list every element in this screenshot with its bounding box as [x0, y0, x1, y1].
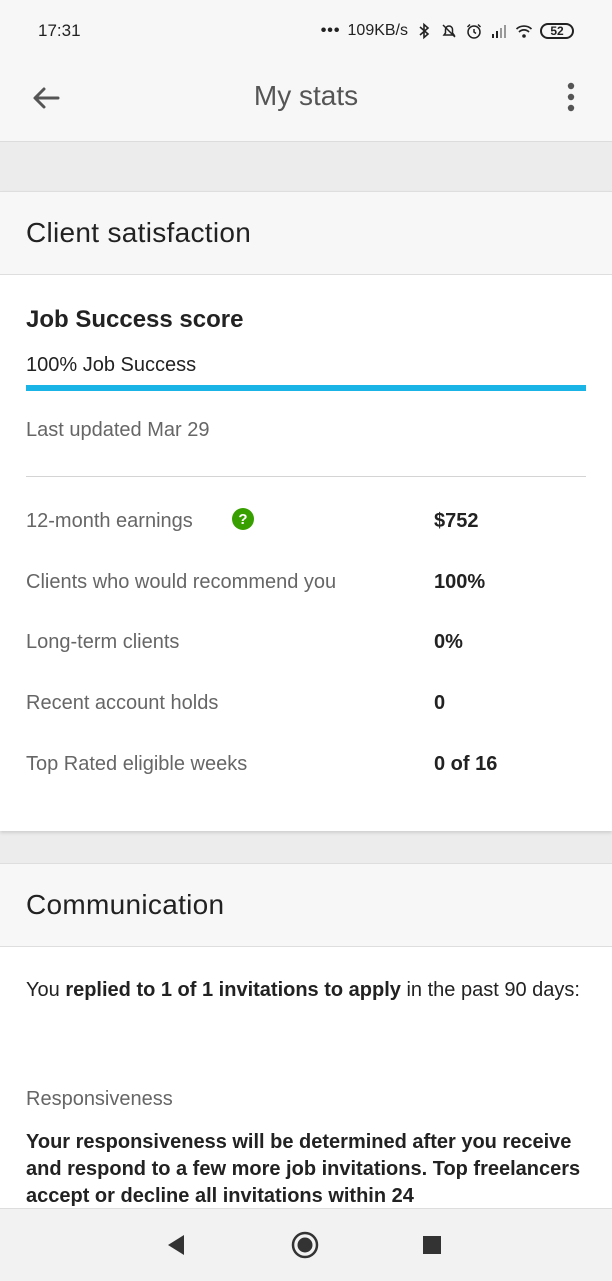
job-success-title: Job Success score — [26, 306, 244, 333]
stat-label: Long-term clients — [26, 631, 180, 653]
stat-label: Top Rated eligible weeks — [26, 753, 248, 775]
client-satisfaction-header: Client satisfaction — [0, 191, 612, 275]
last-updated: Last updated Mar 29 — [26, 419, 210, 441]
stat-row-earnings: 12-month earnings ? $752 — [26, 508, 586, 540]
more-vertical-icon[interactable] — [556, 78, 586, 118]
stat-label: Recent account holds — [26, 692, 219, 714]
stat-value: 0 of 16 — [434, 753, 498, 775]
status-icons: ••• 109KB/s 52 — [321, 22, 574, 40]
signal-icon — [492, 25, 506, 38]
reply-suffix: in the past 90 days: — [400, 979, 580, 1001]
stat-value: 0% — [434, 631, 463, 653]
stat-label: Clients who would recommend you — [26, 571, 337, 593]
job-success-progress-fill — [26, 385, 586, 391]
page-title: My stats — [253, 80, 359, 111]
stat-row-long-term: Long-term clients 0% — [26, 631, 586, 661]
client-satisfaction-card: Client satisfaction Job Success score 10… — [0, 191, 612, 831]
stat-row-recommend: Clients who would recommend you 100% — [26, 571, 586, 601]
stat-value: $752 — [434, 510, 479, 532]
status-time: 17:31 — [38, 21, 81, 40]
divider — [26, 476, 586, 477]
job-success-progress-bar — [26, 385, 586, 391]
status-bar: 17:31 ••• 109KB/s 52 — [0, 0, 612, 62]
app-bar: My stats — [0, 62, 612, 142]
wifi-icon — [515, 25, 533, 38]
stat-row-account-holds: Recent account holds 0 — [26, 692, 586, 722]
stat-value: 0 — [434, 692, 446, 714]
network-speed: 109KB/s — [347, 22, 408, 39]
nav-back-icon[interactable] — [162, 1231, 190, 1259]
reply-prefix: You — [26, 979, 66, 1001]
job-success-label: 100% Job Success — [26, 354, 197, 376]
responsiveness-label: Responsiveness — [26, 1088, 173, 1110]
reply-summary: You replied to 1 of 1 invitations to app… — [26, 975, 586, 1006]
reply-bold: replied to 1 of 1 invitations to apply — [65, 979, 401, 1001]
alarm-icon — [466, 23, 482, 39]
nav-home-icon[interactable] — [291, 1231, 319, 1259]
nav-recents-icon[interactable] — [418, 1231, 446, 1259]
responsiveness-text: Your responsiveness will be determined a… — [26, 1131, 581, 1207]
help-icon[interactable]: ? — [232, 508, 254, 530]
battery-icon: 52 — [540, 23, 574, 39]
more-dots-icon: ••• — [320, 22, 341, 39]
stat-row-top-rated: Top Rated eligible weeks 0 of 16 — [26, 753, 586, 783]
communication-header: Communication — [0, 863, 612, 947]
system-nav-bar — [0, 1208, 612, 1281]
bluetooth-icon — [419, 22, 430, 40]
mute-icon — [442, 24, 456, 38]
stat-label: 12-month earnings — [26, 510, 193, 532]
communication-card: Communication You replied to 1 of 1 invi… — [0, 863, 612, 1208]
stat-value: 100% — [434, 571, 486, 593]
